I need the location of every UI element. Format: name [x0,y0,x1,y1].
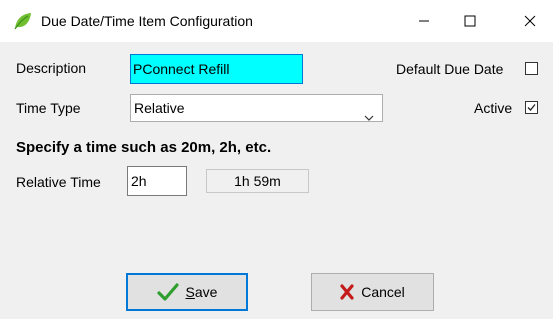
close-button[interactable] [507,0,553,42]
active-label: Active [474,100,513,116]
maximize-icon [464,15,476,27]
default-due-date-checkbox[interactable] [525,62,538,75]
default-due-date-label: Default Due Date [396,61,504,77]
checkmark-icon [527,104,536,111]
minimize-icon [418,15,430,27]
description-input[interactable]: PConnect Refill [130,54,303,84]
chevron-down-icon [364,104,374,121]
leaf-icon [13,11,33,31]
computed-time-display: 1h 59m [206,169,309,193]
x-icon [340,284,354,300]
title-bar[interactable]: Due Date/Time Item Configuration [0,0,553,42]
time-type-label: Time Type [16,100,81,116]
cancel-button[interactable]: Cancel [311,273,434,311]
close-icon [524,15,536,27]
checkmark-icon [156,283,179,301]
maximize-button[interactable] [447,0,493,42]
description-label: Description [16,60,87,76]
time-type-select[interactable]: Relative [130,94,383,122]
relative-time-label: Relative Time [16,174,101,190]
cancel-label: Cancel [361,284,405,300]
time-type-value: Relative [134,100,185,116]
save-button[interactable]: Save [126,273,248,311]
relative-time-input[interactable]: 2h [127,166,187,196]
minimize-button[interactable] [401,0,447,42]
format-hint: Specify a time such as 20m, 2h, etc. [16,139,272,156]
window-title: Due Date/Time Item Configuration [41,13,253,29]
save-label: Save [185,284,218,300]
dialog-window: Due Date/Time Item Configuration Descrip… [0,0,553,319]
active-checkbox[interactable] [525,101,538,114]
